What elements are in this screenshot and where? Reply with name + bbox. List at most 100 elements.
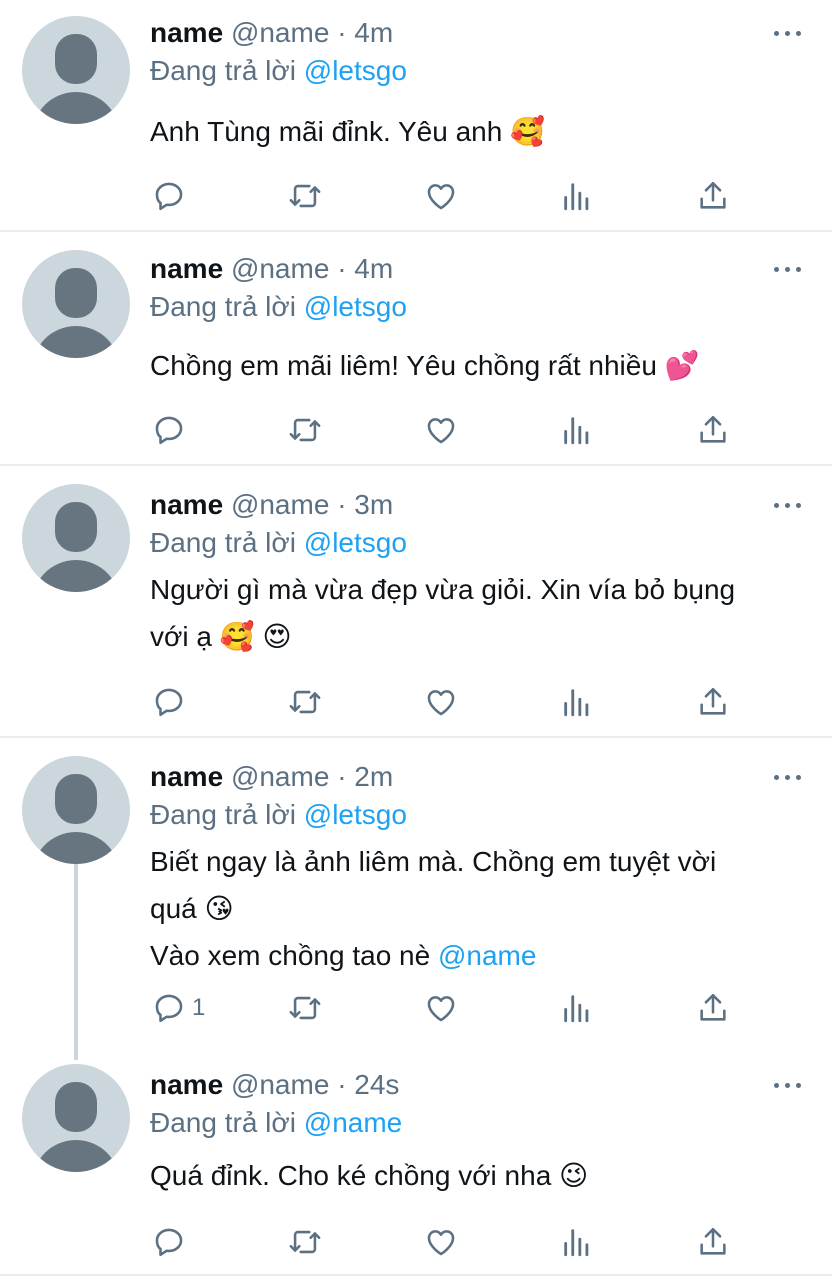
retweet-button[interactable] [288,1222,322,1262]
avatar[interactable] [22,250,130,358]
reply-button[interactable]: 1 [152,988,205,1028]
retweet-icon [289,1230,321,1254]
reply-context: Đang trả lời @letsgo [150,524,407,562]
display-name[interactable]: name [150,761,223,792]
retweet-button[interactable] [288,176,322,216]
share-button[interactable] [696,176,730,216]
analytics-icon [564,995,589,1023]
share-icon [700,181,726,209]
like-icon [427,184,455,210]
reply-mention[interactable]: @letsgo [304,799,407,830]
action-bar [0,176,832,216]
analytics-button[interactable] [560,682,594,722]
display-name[interactable]: name [150,1069,223,1100]
action-bar [0,682,832,722]
retweet-icon [289,690,321,714]
share-button[interactable] [696,1222,730,1262]
tweet-text-line: quá 😘 [150,893,234,924]
like-button[interactable] [424,682,458,722]
tweet-header: name @name · 2m [150,758,393,796]
tweet-text: Anh Tùng mãi đỉnk. Yêu anh 🥰 [150,108,810,155]
more-icon[interactable] [774,14,802,52]
handle[interactable]: @name [231,17,329,48]
tweet-divider [0,1274,832,1276]
analytics-button[interactable] [560,1222,594,1262]
avatar[interactable] [22,16,130,124]
share-icon [700,687,726,715]
reply-icon [155,688,183,717]
tweet-divider [0,464,832,466]
timestamp[interactable]: · 24s [337,1069,399,1100]
more-icon[interactable] [774,758,802,796]
share-button[interactable] [696,410,730,450]
retweet-icon [289,418,321,442]
like-icon [427,690,455,716]
timestamp[interactable]: · 3m [337,489,393,520]
like-icon [427,1230,455,1256]
reply-icon [155,1228,183,1257]
analytics-icon [564,183,589,211]
like-button[interactable] [424,410,458,450]
handle[interactable]: @name [231,1069,329,1100]
reply-prefix: Đang trả lời [150,527,296,558]
like-button[interactable] [424,988,458,1028]
tweet-header: name @name · 4m [150,250,393,288]
tweet-text: Quá đỉnk. Cho ké chồng với nha 😉 [150,1152,810,1199]
tweet-divider [0,736,832,738]
reply-count: 1 [192,994,206,1021]
reply-mention[interactable]: @letsgo [304,55,407,86]
display-name[interactable]: name [150,253,223,284]
tweet[interactable]: name @name · 2m Đang trả lời @letsgo Biế… [0,744,832,1044]
reply-prefix: Đang trả lời [150,799,296,830]
analytics-button[interactable] [560,988,594,1028]
reply-context: Đang trả lời @letsgo [150,52,407,90]
like-button[interactable] [424,176,458,216]
like-icon [427,418,455,444]
tweet[interactable]: name @name · 4m Đang trả lời @letsgo Chồ… [0,236,832,464]
reply-button[interactable] [152,410,192,450]
timestamp[interactable]: · 4m [337,253,393,284]
like-button[interactable] [424,1222,458,1262]
more-icon[interactable] [774,250,802,288]
retweet-button[interactable] [288,682,322,722]
analytics-button[interactable] [560,410,594,450]
avatar[interactable] [22,756,130,864]
tweet-text-segment: Vào xem chồng tao nè [150,940,438,971]
share-icon [700,1227,726,1255]
tweet-header: name @name · 4m [150,14,393,52]
reply-context: Đang trả lời @letsgo [150,796,407,834]
tweet-text-line: với ạ 🥰 😍 [150,621,292,652]
retweet-button[interactable] [288,988,322,1028]
display-name[interactable]: name [150,489,223,520]
display-name[interactable]: name [150,17,223,48]
share-icon [700,993,726,1021]
retweet-button[interactable] [288,410,322,450]
more-icon[interactable] [774,486,802,524]
analytics-button[interactable] [560,176,594,216]
handle[interactable]: @name [231,489,329,520]
reply-button[interactable] [152,1222,192,1262]
tweet[interactable]: name @name · 3m Đang trả lời @letsgo Ngư… [0,472,832,736]
inline-mention[interactable]: @name [438,940,536,971]
timestamp[interactable]: · 2m [337,761,393,792]
reply-button[interactable] [152,176,192,216]
avatar[interactable] [22,1064,130,1172]
share-button[interactable] [696,988,730,1028]
tweet[interactable]: name @name · 4m Đang trả lời @letsgo Anh… [0,0,832,230]
reply-mention[interactable]: @letsgo [304,291,407,322]
reply-mention[interactable]: @name [304,1107,402,1138]
like-icon [427,996,455,1022]
tweet-text-line: Biết ngay là ảnh liêm mà. Chồng em tuyệt… [150,846,717,877]
share-button[interactable] [696,682,730,722]
reply-button[interactable] [152,682,192,722]
timestamp[interactable]: · 4m [337,17,393,48]
reply-prefix: Đang trả lời [150,291,296,322]
action-bar [0,410,832,450]
handle[interactable]: @name [231,761,329,792]
tweet[interactable]: name @name · 24s Đang trả lời @name Quá … [0,1052,832,1274]
more-icon[interactable] [774,1066,802,1104]
tweet-header: name @name · 3m [150,486,393,524]
avatar[interactable] [22,484,130,592]
handle[interactable]: @name [231,253,329,284]
reply-mention[interactable]: @letsgo [304,527,407,558]
